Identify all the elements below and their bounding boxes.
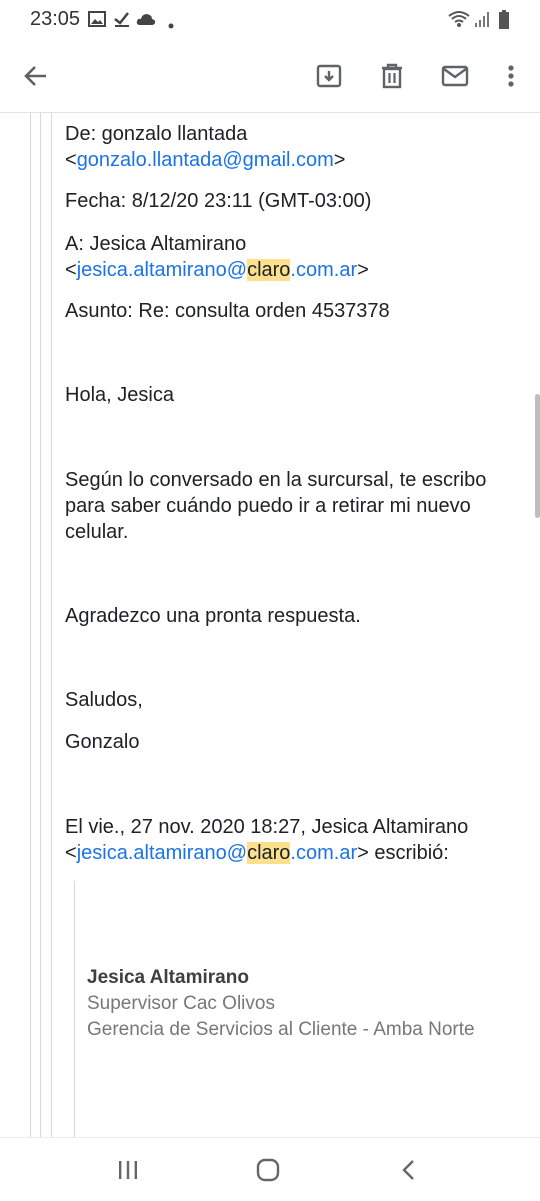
body-line-2: para saber cuándo puedo ir a retirar mi … bbox=[65, 495, 471, 517]
signature-title: Supervisor Cac Olivos bbox=[87, 993, 275, 1014]
recents-icon[interactable] bbox=[104, 1150, 152, 1190]
to-email-link[interactable]: jesica.altamirano@claro.com.ar bbox=[77, 259, 357, 281]
home-icon[interactable] bbox=[244, 1150, 292, 1190]
quote-line bbox=[30, 113, 31, 1137]
dot-icon bbox=[168, 16, 174, 34]
quote-email-link[interactable]: jesica.altamirano@claro.com.ar bbox=[77, 842, 357, 864]
status-time: 23:05 bbox=[30, 8, 81, 30]
thanks-line: Agradezco una pronta respuesta. bbox=[65, 605, 361, 627]
check-icon bbox=[113, 10, 131, 33]
quote-line bbox=[40, 113, 41, 1137]
to-address-line: <jesica.altamirano@claro.com.ar> bbox=[65, 259, 369, 281]
more-options-icon[interactable] bbox=[487, 52, 535, 100]
signal-icon bbox=[474, 10, 490, 33]
signature-name: Jesica Altamirano bbox=[87, 967, 249, 988]
battery-icon bbox=[498, 10, 510, 35]
image-icon bbox=[88, 10, 106, 33]
wifi-icon bbox=[448, 10, 470, 33]
back-arrow-icon[interactable] bbox=[12, 52, 60, 100]
closing-line: Saludos, bbox=[65, 689, 143, 711]
sender-name: Gonzalo bbox=[65, 731, 140, 753]
subject-line: Asunto: Re: consulta orden 4537378 bbox=[65, 300, 390, 322]
to-label: A: Jesica Altamirano bbox=[65, 233, 247, 255]
email-body: De: gonzalo llantada <gonzalo.llantada@g… bbox=[0, 113, 540, 1137]
archive-icon[interactable] bbox=[305, 52, 353, 100]
cloud-icon bbox=[136, 10, 156, 33]
quote-line bbox=[51, 113, 52, 1137]
delete-icon[interactable] bbox=[368, 52, 416, 100]
system-nav-bar bbox=[0, 1137, 540, 1201]
body-line-3: celular. bbox=[65, 521, 129, 543]
back-icon[interactable] bbox=[384, 1150, 432, 1190]
body-line-1: Según lo conversado en la surcursal, te … bbox=[65, 469, 487, 491]
from-label: De: gonzalo llantada bbox=[65, 123, 248, 145]
quote-address-line: <jesica.altamirano@claro.com.ar> escribi… bbox=[65, 842, 449, 864]
greeting: Hola, Jesica bbox=[65, 384, 174, 406]
quote-intro: El vie., 27 nov. 2020 18:27, Jesica Alta… bbox=[65, 816, 469, 838]
date-line: Fecha: 8/12/20 23:11 (GMT-03:00) bbox=[65, 190, 372, 212]
signature-department: Gerencia de Servicios al Cliente - Amba … bbox=[87, 1019, 475, 1040]
from-address-line: <gonzalo.llantada@gmail.com> bbox=[65, 149, 346, 171]
from-email-link[interactable]: gonzalo.llantada@gmail.com bbox=[77, 149, 334, 171]
status-bar: 23:05 bbox=[0, 0, 540, 40]
quote-line bbox=[74, 881, 75, 1137]
app-toolbar bbox=[0, 40, 540, 113]
mark-unread-icon[interactable] bbox=[431, 52, 479, 100]
scrollbar[interactable] bbox=[535, 394, 540, 518]
